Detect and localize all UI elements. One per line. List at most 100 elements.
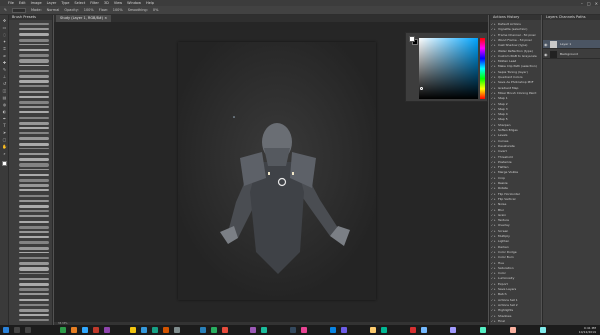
action-row[interactable]: ✓▸ Final [490,319,541,324]
task-view-icon[interactable] [25,327,31,333]
action-row[interactable]: ✓▸ Multiply [490,234,541,239]
foreground-color-swatch[interactable] [2,161,7,166]
brush-preset-stroke[interactable] [19,241,49,245]
menu-file[interactable]: File [8,1,14,5]
action-row[interactable]: ✓▸ Custom RGB to Grayscale [490,54,541,59]
brush-preset-stroke[interactable] [19,142,49,146]
photoshop-icon[interactable] [82,327,88,333]
brush-preset-stroke[interactable] [19,236,49,239]
crop-tool-icon[interactable]: ⌗ [2,46,7,51]
quick-select-tool-icon[interactable]: ✦ [2,39,7,44]
action-row[interactable]: ✓▸ Invert [490,149,541,154]
brush-preset-stroke[interactable] [19,220,49,224]
app-icon[interactable] [341,327,347,333]
brush-preset-stroke[interactable] [19,215,49,218]
tab-layers[interactable]: Layers [546,15,558,19]
action-row[interactable]: ✓▸ Step 1 [490,96,541,101]
action-row[interactable]: ✓▸ Curves [490,139,541,144]
menu-select[interactable]: Select [74,1,85,5]
eraser-tool-icon[interactable]: ◫ [2,88,7,93]
menu-edit[interactable]: Edit [19,1,26,5]
brush-tool-icon[interactable]: ✎ [4,8,7,12]
action-row[interactable]: ✓▸ Luminosity [490,276,541,281]
app-icon[interactable] [152,327,158,333]
app-icon[interactable] [222,327,228,333]
action-row[interactable]: ✓▸ Merge Visible [490,170,541,175]
action-row[interactable]: ✓▸ Frame Channel - 50 pixel [490,33,541,38]
action-row[interactable]: ✓▸ Save Layers [490,287,541,292]
action-row[interactable]: ✓▸ Step 5 [490,117,541,122]
app-icon[interactable] [163,327,169,333]
app-icon[interactable] [141,327,147,333]
lasso-tool-icon[interactable]: ◌ [2,32,7,37]
app-icon[interactable] [301,327,307,333]
layer-row[interactable]: ◉ Layer 1 [543,40,600,49]
brush-preset-stroke[interactable] [19,251,49,254]
flow-field[interactable]: 100% [113,8,123,12]
document-canvas[interactable] [178,42,376,300]
brush-preset-stroke[interactable] [19,225,49,230]
action-row[interactable]: ✓▸ Color Dodge [490,250,541,255]
action-row[interactable]: ✓▸ Hue [490,261,541,266]
brush-preset-stroke[interactable] [19,267,49,271]
brush-preset-stroke[interactable] [19,205,49,209]
brush-preset-stroke[interactable] [19,262,49,265]
action-row[interactable]: ✓▸ Vignette (selection) [490,27,541,32]
dodge-tool-icon[interactable]: ◐ [2,109,7,114]
zoom-tool-icon[interactable]: ⌕ [2,151,7,156]
system-clock[interactable]: 9:41 PM 10/12/2019 [579,326,596,334]
brush-preset-stroke[interactable] [19,298,49,301]
tab-actions[interactable]: Actions [493,15,506,19]
menu-filter[interactable]: Filter [90,1,99,5]
app-icon[interactable] [330,327,336,333]
foreground-color-swatch[interactable] [409,36,415,42]
action-row[interactable]: ✓▸ Texture [490,218,541,223]
brush-preset-stroke[interactable] [19,163,49,167]
action-row[interactable]: ✓▸ Saturation [490,266,541,271]
type-tool-icon[interactable]: T [2,123,7,128]
tab-history[interactable]: History [507,15,519,19]
app-icon[interactable] [410,327,416,333]
brush-preset-stroke[interactable] [19,69,49,72]
tab-paths[interactable]: Paths [576,15,586,19]
action-row[interactable]: ✓▸ Lighten [490,239,541,244]
brush-preset-stroke[interactable] [19,95,49,99]
action-row[interactable]: ✓▸ Default Actions [490,22,541,27]
path-select-tool-icon[interactable]: ➤ [2,130,7,135]
color-picker-handle[interactable] [420,87,423,90]
brush-preset-stroke[interactable] [19,272,49,275]
brush-preset-stroke[interactable] [19,33,49,37]
document-tab[interactable]: Study (Layer 1, RGB/8#) × [56,15,112,22]
stamp-tool-icon[interactable]: ⊥ [2,74,7,79]
gradient-tool-icon[interactable]: ▤ [2,95,7,100]
menu-view[interactable]: View [114,1,122,5]
brush-preset-stroke[interactable] [19,168,49,171]
action-row[interactable]: ✓▸ Molten Lead [490,59,541,64]
action-row[interactable]: ✓▸ Grain [490,213,541,218]
marquee-tool-icon[interactable]: ▭ [2,25,7,30]
app-icon[interactable] [104,327,110,333]
action-row[interactable]: ✓▸ Threshold [490,155,541,160]
eyedropper-tool-icon[interactable]: ⌀ [2,53,7,58]
app-icon[interactable] [370,327,376,333]
action-row[interactable]: ✓▸ Desaturate [490,144,541,149]
app-icon[interactable] [211,327,217,333]
app-icon[interactable] [510,327,516,333]
brush-preset-stroke[interactable] [19,137,49,141]
brush-preset-stroke[interactable] [19,59,49,63]
brush-preset-stroke[interactable] [19,179,49,182]
shape-tool-icon[interactable]: ▢ [2,137,7,142]
mode-select[interactable]: Normal [47,8,60,12]
action-row[interactable]: ✓▸ Make Clip Path (selection) [490,64,541,69]
visibility-eye-icon[interactable]: ◉ [544,42,548,47]
brush-preset-stroke[interactable] [19,106,49,108]
action-row[interactable]: ✓▸ Flatten [490,165,541,170]
app-icon[interactable] [60,327,66,333]
action-row[interactable]: ✓▸ Sharpen [490,123,541,128]
action-row[interactable]: ✓▸ Cast Shadow (type) [490,43,541,48]
app-icon[interactable] [540,327,546,333]
action-row[interactable]: ✓▸ Gradient Map [490,86,541,91]
menu-3d[interactable]: 3D [104,1,109,5]
action-row[interactable]: ✓▸ Highlights [490,308,541,313]
action-row[interactable]: ✓▸ Resize [490,181,541,186]
